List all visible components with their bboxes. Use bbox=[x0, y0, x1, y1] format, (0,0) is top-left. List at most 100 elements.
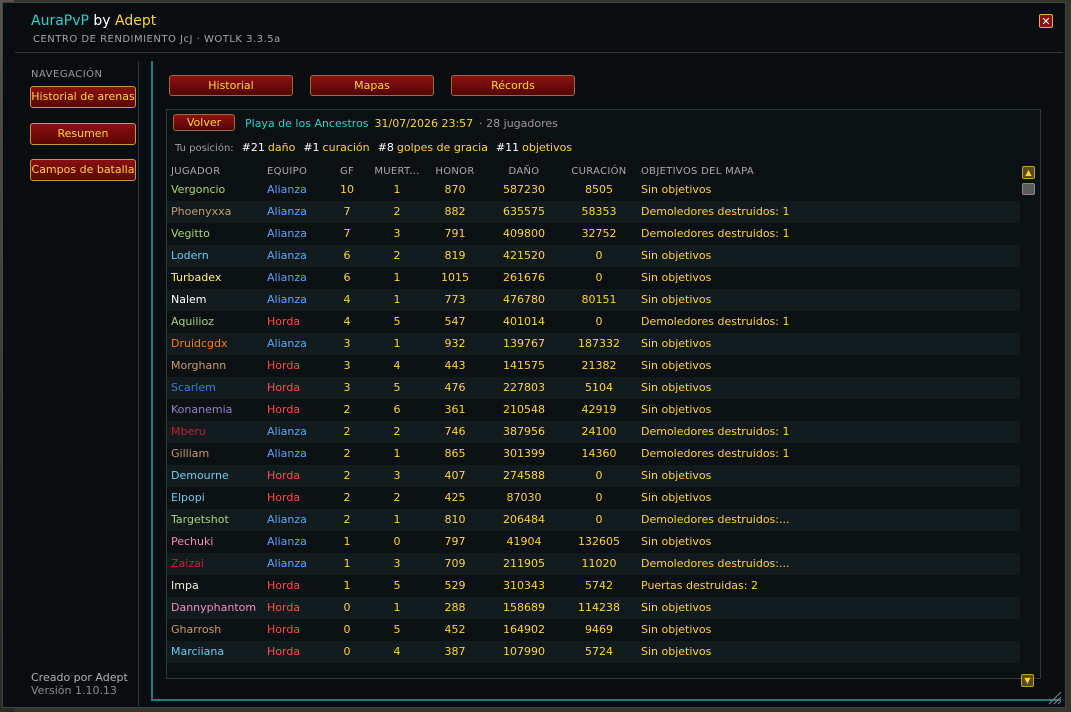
back-button[interactable]: Volver bbox=[173, 114, 235, 131]
table-row[interactable]: Konanemia Horda 2 6 361 210548 42919 Sin objeti… bbox=[167, 399, 1020, 421]
table-row[interactable]: Aquilioz Horda 4 5 547 401014 0 Demoledores des… bbox=[167, 311, 1020, 333]
player-healing: 8505 bbox=[585, 183, 613, 196]
table-row[interactable]: Gharrosh Horda 0 5 452 164902 9469 Sin objetivo… bbox=[167, 619, 1020, 641]
header-objectives[interactable]: OBJETIVOS DEL MAPA bbox=[641, 164, 754, 179]
player-killing-blows: 0 bbox=[343, 601, 351, 614]
player-honor: 865 bbox=[444, 447, 466, 460]
player-damage: 164902 bbox=[503, 623, 545, 636]
player-name: Gilliam bbox=[171, 447, 210, 460]
table-row[interactable]: Impa Horda 1 5 529 310343 5742 Puertas destruid… bbox=[167, 575, 1020, 597]
player-deaths: 3 bbox=[393, 469, 401, 482]
tab-records[interactable]: Récords bbox=[451, 75, 575, 96]
table-row[interactable]: Targetshot Alianza 2 1 810 206484 0 Demoledores… bbox=[167, 509, 1020, 531]
version-text: Versión 1.10.13 bbox=[31, 684, 117, 697]
title-author: Adept bbox=[115, 13, 157, 29]
player-honor: 791 bbox=[444, 227, 466, 240]
table-scrollbar[interactable]: ▲ bbox=[1020, 164, 1036, 674]
player-healing: 0 bbox=[595, 271, 603, 284]
table-row[interactable]: Zaizai Alianza 1 3 709 211905 11020 Demoledores… bbox=[167, 553, 1020, 575]
player-killing-blows: 2 bbox=[343, 425, 351, 438]
resize-grip-icon[interactable] bbox=[1046, 689, 1062, 705]
player-name: Elpopi bbox=[171, 491, 205, 504]
battle-detail-panel: Volver Playa de los Ancestros 31/07/2026 … bbox=[166, 109, 1041, 679]
player-objectives: Sin objetivos bbox=[641, 403, 712, 416]
table-row[interactable]: Marciiana Horda 0 4 387 107990 5724 Sin objetiv… bbox=[167, 641, 1020, 663]
player-objectives: Demoledores destruidos: 1 bbox=[641, 447, 790, 460]
header-deaths[interactable]: MUERT... bbox=[373, 164, 421, 179]
player-honor: 547 bbox=[444, 315, 466, 328]
player-objectives: Sin objetivos bbox=[641, 645, 712, 658]
player-name: Mberu bbox=[171, 425, 206, 438]
player-healing: 114238 bbox=[578, 601, 620, 614]
table-row[interactable]: Elpopi Horda 2 2 425 87030 0 Sin objetivos bbox=[167, 487, 1020, 509]
header-player[interactable]: JUGADOR bbox=[171, 164, 220, 179]
player-killing-blows: 0 bbox=[343, 623, 351, 636]
player-killing-blows: 0 bbox=[343, 645, 351, 658]
table-row[interactable]: Turbadex Alianza 6 1 1015 261676 0 Sin objetivo… bbox=[167, 267, 1020, 289]
player-killing-blows: 2 bbox=[343, 491, 351, 504]
player-deaths: 3 bbox=[393, 557, 401, 570]
player-damage: 635575 bbox=[503, 205, 545, 218]
header-damage[interactable]: DAÑO bbox=[491, 164, 557, 179]
player-name: Dannyphantom bbox=[171, 601, 257, 614]
battle-player-count: · 28 jugadores bbox=[479, 117, 558, 130]
header-honor[interactable]: HONOR bbox=[425, 164, 485, 179]
player-damage: 210548 bbox=[503, 403, 545, 416]
player-killing-blows: 2 bbox=[343, 447, 351, 460]
table-row[interactable]: Morghann Horda 3 4 443 141575 21382 Sin objetiv… bbox=[167, 355, 1020, 377]
title-by: by bbox=[93, 13, 111, 29]
player-healing: 5104 bbox=[585, 381, 613, 394]
player-honor: 1015 bbox=[441, 271, 469, 284]
scroll-up-arrow-icon[interactable]: ▲ bbox=[1022, 166, 1035, 179]
table-row[interactable]: Lodern Alianza 6 2 819 421520 0 Sin objetivos bbox=[167, 245, 1020, 267]
table-row[interactable]: Mberu Alianza 2 2 746 387956 24100 Demoledores … bbox=[167, 421, 1020, 443]
table-row[interactable]: Scarlem Horda 3 5 476 227803 5104 Sin objetivos bbox=[167, 377, 1020, 399]
player-objectives: Demoledores destruidos:... bbox=[641, 557, 790, 570]
close-button[interactable]: ✕ bbox=[1039, 14, 1053, 28]
player-name: Vergoncio bbox=[171, 183, 226, 196]
player-objectives: Puertas destruidas: 2 bbox=[641, 579, 758, 592]
player-healing: 0 bbox=[595, 469, 603, 482]
sidebar-item-summary[interactable]: Resumen bbox=[30, 123, 136, 145]
header-team[interactable]: EQUIPO bbox=[267, 164, 307, 179]
player-honor: 529 bbox=[444, 579, 466, 592]
table-row[interactable]: Gilliam Alianza 2 1 865 301399 14360 Demoledore… bbox=[167, 443, 1020, 465]
sidebar-item-arena-history[interactable]: Historial de arenas bbox=[30, 86, 136, 108]
player-damage: 141575 bbox=[503, 359, 545, 372]
table-row[interactable]: Phoenyxxa Alianza 7 2 882 635575 58353 Demoledo… bbox=[167, 201, 1020, 223]
player-team: Alianza bbox=[267, 271, 307, 284]
table-row[interactable]: Dannyphantom Horda 0 1 288 158689 114238 Sin ob… bbox=[167, 597, 1020, 619]
player-team: Alianza bbox=[267, 535, 307, 548]
header-killing-blows[interactable]: GF bbox=[337, 164, 357, 179]
player-damage: 587230 bbox=[503, 183, 545, 196]
table-row[interactable]: Vergoncio Alianza 10 1 870 587230 8505 Sin obje… bbox=[167, 179, 1020, 201]
player-objectives: Demoledores destruidos: 1 bbox=[641, 227, 790, 240]
table-row[interactable]: Nalem Alianza 4 1 773 476780 80151 Sin objetivo… bbox=[167, 289, 1020, 311]
player-name: Druidcgdx bbox=[171, 337, 228, 350]
player-damage: 107990 bbox=[503, 645, 545, 658]
sidebar-item-battlegrounds[interactable]: Campos de batalla bbox=[30, 159, 136, 181]
table-row[interactable]: Druidcgdx Alianza 3 1 932 139767 187332 Sin obj… bbox=[167, 333, 1020, 355]
header-healing[interactable]: CURACIÓN bbox=[565, 164, 633, 179]
player-damage: 301399 bbox=[503, 447, 545, 460]
player-objectives: Sin objetivos bbox=[641, 601, 712, 614]
table-row[interactable]: Demourne Horda 2 3 407 274588 0 Sin objetivos bbox=[167, 465, 1020, 487]
player-deaths: 1 bbox=[393, 513, 401, 526]
player-killing-blows: 2 bbox=[343, 469, 351, 482]
scroll-down-arrow-icon[interactable]: ▼ bbox=[1021, 674, 1034, 687]
player-team: Alianza bbox=[267, 337, 307, 350]
scroll-thumb[interactable] bbox=[1022, 183, 1035, 195]
player-killing-blows: 6 bbox=[343, 249, 351, 262]
player-killing-blows: 7 bbox=[343, 227, 351, 240]
player-honor: 452 bbox=[444, 623, 466, 636]
player-name: Turbadex bbox=[171, 271, 222, 284]
player-deaths: 1 bbox=[393, 601, 401, 614]
tab-maps[interactable]: Mapas bbox=[310, 75, 434, 96]
player-position: Tu posición: #21 daño #1 curación #8 golpes de… bbox=[175, 141, 572, 154]
table-row[interactable]: Pechuki Alianza 1 0 797 41904 132605 Sin objeti… bbox=[167, 531, 1020, 553]
player-name: Morghann bbox=[171, 359, 227, 372]
player-damage: 401014 bbox=[503, 315, 545, 328]
tab-history[interactable]: Historial bbox=[169, 75, 293, 96]
table-row[interactable]: Vegitto Alianza 7 3 791 409800 32752 Demoledore… bbox=[167, 223, 1020, 245]
player-deaths: 2 bbox=[393, 249, 401, 262]
